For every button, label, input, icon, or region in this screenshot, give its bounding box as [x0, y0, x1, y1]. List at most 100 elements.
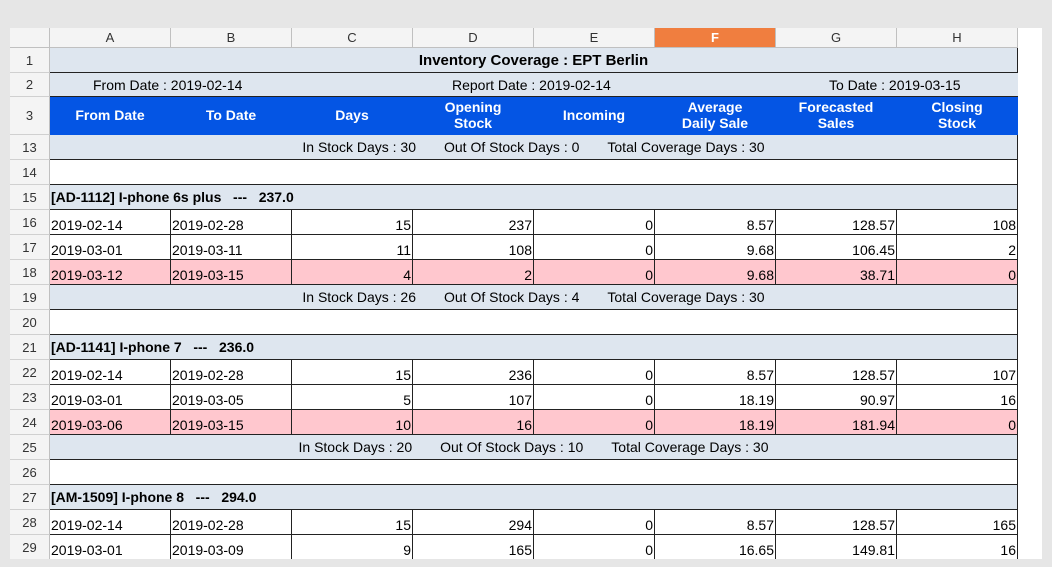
forecasted-sales-cell[interactable]: 90.97 [776, 385, 897, 410]
hdr-closing-stock[interactable]: Closing Stock [897, 97, 1018, 135]
incoming-cell[interactable]: 0 [534, 235, 655, 260]
average-daily-sale-cell[interactable]: 18.19 [655, 410, 776, 435]
product-header[interactable]: [AD-1112] I-phone 6s plus --- 237.0 [50, 185, 1018, 210]
days-cell[interactable]: 15 [292, 510, 413, 535]
row-header-28[interactable]: 28 [10, 510, 50, 535]
row-header-3[interactable]: 3 [10, 97, 50, 135]
column-header-d[interactable]: D [413, 28, 534, 48]
column-header-a[interactable]: A [50, 28, 171, 48]
forecasted-sales-cell[interactable]: 149.81 [776, 535, 897, 559]
opening-stock-cell[interactable]: 236 [413, 360, 534, 385]
column-header-f[interactable]: F [655, 28, 776, 48]
hdr-from-date[interactable]: From Date [50, 97, 171, 135]
closing-stock-cell[interactable]: 107 [897, 360, 1018, 385]
row-header-21[interactable]: 21 [10, 335, 50, 360]
incoming-cell[interactable]: 0 [534, 510, 655, 535]
incoming-cell[interactable]: 0 [534, 385, 655, 410]
average-daily-sale-cell[interactable]: 16.65 [655, 535, 776, 559]
row-header-17[interactable]: 17 [10, 235, 50, 260]
forecasted-sales-cell[interactable]: 128.57 [776, 510, 897, 535]
incoming-cell[interactable]: 0 [534, 260, 655, 285]
from-date-cell[interactable]: 2019-03-01 [50, 535, 171, 559]
column-header-h[interactable]: H [897, 28, 1018, 48]
closing-stock-cell[interactable]: 165 [897, 510, 1018, 535]
average-daily-sale-cell[interactable]: 8.57 [655, 360, 776, 385]
opening-stock-cell[interactable]: 165 [413, 535, 534, 559]
incoming-cell[interactable]: 0 [534, 210, 655, 235]
row-header-25[interactable]: 25 [10, 435, 50, 460]
hdr-forecasted-sales[interactable]: Forecasted Sales [776, 97, 897, 135]
forecasted-sales-cell[interactable]: 181.94 [776, 410, 897, 435]
days-cell[interactable]: 11 [292, 235, 413, 260]
blank-row[interactable] [50, 160, 1018, 185]
closing-stock-cell[interactable]: 0 [897, 260, 1018, 285]
row-header-19[interactable]: 19 [10, 285, 50, 310]
days-cell[interactable]: 10 [292, 410, 413, 435]
row-header-14[interactable]: 14 [10, 160, 50, 185]
blank-row[interactable] [50, 460, 1018, 485]
closing-stock-cell[interactable]: 16 [897, 535, 1018, 559]
column-header-g[interactable]: G [776, 28, 897, 48]
hdr-incoming[interactable]: Incoming [534, 97, 655, 135]
row-header-1[interactable]: 1 [10, 48, 50, 73]
from-date-cell[interactable]: 2019-03-01 [50, 385, 171, 410]
opening-stock-cell[interactable]: 2 [413, 260, 534, 285]
to-date-cell[interactable]: 2019-03-05 [171, 385, 292, 410]
coverage-summary[interactable]: In Stock Days : 26 Out Of Stock Days : 4 T… [50, 285, 1018, 310]
opening-stock-cell[interactable]: 294 [413, 510, 534, 535]
to-date-cell[interactable]: 2019-02-28 [171, 360, 292, 385]
average-daily-sale-cell[interactable]: 18.19 [655, 385, 776, 410]
column-header-b[interactable]: B [171, 28, 292, 48]
incoming-cell[interactable]: 0 [534, 410, 655, 435]
to-date-cell[interactable]: 2019-03-09 [171, 535, 292, 559]
from-date-cell[interactable]: 2019-02-14 [50, 210, 171, 235]
from-date-cell[interactable]: 2019-02-14 [50, 510, 171, 535]
row-header-2[interactable]: 2 [10, 73, 50, 97]
hdr-days[interactable]: Days [292, 97, 413, 135]
from-date-cell[interactable]: 2019-02-14 [50, 360, 171, 385]
opening-stock-cell[interactable]: 16 [413, 410, 534, 435]
to-date-cell[interactable]: 2019-03-15 [171, 410, 292, 435]
days-cell[interactable]: 15 [292, 360, 413, 385]
to-date-cell[interactable]: 2019-03-11 [171, 235, 292, 260]
average-daily-sale-cell[interactable]: 8.57 [655, 210, 776, 235]
from-date-cell[interactable]: 2019-03-01 [50, 235, 171, 260]
product-header[interactable]: [AM-1509] I-phone 8 --- 294.0 [50, 485, 1018, 510]
blank-row[interactable] [50, 310, 1018, 335]
forecasted-sales-cell[interactable]: 128.57 [776, 210, 897, 235]
coverage-summary[interactable]: In Stock Days : 30 Out Of Stock Days : 0 T… [50, 135, 1018, 160]
corner-cell[interactable] [10, 28, 50, 48]
row-header-13[interactable]: 13 [10, 135, 50, 160]
forecasted-sales-cell[interactable]: 106.45 [776, 235, 897, 260]
opening-stock-cell[interactable]: 237 [413, 210, 534, 235]
to-date-cell[interactable]: 2019-02-28 [171, 210, 292, 235]
row-header-15[interactable]: 15 [10, 185, 50, 210]
row-header-18[interactable]: 18 [10, 260, 50, 285]
incoming-cell[interactable]: 0 [534, 535, 655, 559]
column-header-e[interactable]: E [534, 28, 655, 48]
days-cell[interactable]: 4 [292, 260, 413, 285]
closing-stock-cell[interactable]: 16 [897, 385, 1018, 410]
spreadsheet[interactable]: A B C D E F G H 1 Inventory Coverage : EPT Berlin… [10, 28, 1042, 559]
product-header[interactable]: [AD-1141] I-phone 7 --- 236.0 [50, 335, 1018, 360]
incoming-cell[interactable]: 0 [534, 360, 655, 385]
from-date-cell[interactable]: 2019-03-06 [50, 410, 171, 435]
row-header-22[interactable]: 22 [10, 360, 50, 385]
from-date-cell[interactable]: 2019-03-12 [50, 260, 171, 285]
coverage-summary[interactable]: In Stock Days : 20 Out Of Stock Days : 10… [50, 435, 1018, 460]
to-date-cell[interactable]: 2019-03-15 [171, 260, 292, 285]
row-header-29[interactable]: 29 [10, 535, 50, 559]
hdr-opening-stock[interactable]: Opening Stock [413, 97, 534, 135]
hdr-average-daily-sale[interactable]: Average Daily Sale [655, 97, 776, 135]
row-header-20[interactable]: 20 [10, 310, 50, 335]
average-daily-sale-cell[interactable]: 9.68 [655, 235, 776, 260]
row-header-27[interactable]: 27 [10, 485, 50, 510]
row-header-24[interactable]: 24 [10, 410, 50, 435]
row-header-16[interactable]: 16 [10, 210, 50, 235]
average-daily-sale-cell[interactable]: 9.68 [655, 260, 776, 285]
average-daily-sale-cell[interactable]: 8.57 [655, 510, 776, 535]
days-cell[interactable]: 9 [292, 535, 413, 559]
forecasted-sales-cell[interactable]: 38.71 [776, 260, 897, 285]
days-cell[interactable]: 15 [292, 210, 413, 235]
forecasted-sales-cell[interactable]: 128.57 [776, 360, 897, 385]
